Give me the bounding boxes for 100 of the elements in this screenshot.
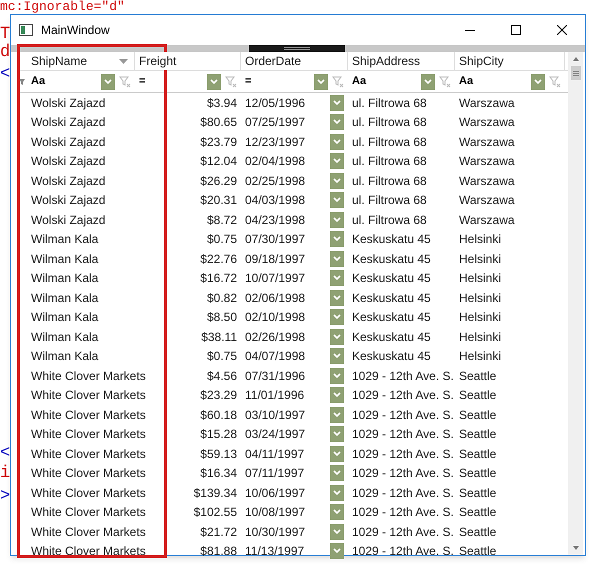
chevron-down-icon[interactable] — [333, 372, 341, 379]
dropdown-button[interactable] — [330, 406, 344, 423]
chevron-down-icon[interactable] — [333, 412, 341, 418]
dropdown-button[interactable] — [330, 250, 344, 267]
dropdown-button[interactable] — [330, 212, 344, 228]
table-cell-text: 12/05/1996 — [245, 94, 306, 112]
clear-filter-icon[interactable] — [119, 76, 131, 88]
vertical-scrollbar[interactable] — [568, 52, 583, 555]
chevron-down-icon[interactable] — [333, 197, 341, 204]
splitter-bar[interactable] — [11, 45, 585, 52]
filter-operator[interactable]: = — [245, 73, 252, 90]
dropdown-button[interactable] — [314, 74, 328, 90]
chevron-down-icon[interactable] — [333, 119, 341, 126]
filter-operator[interactable]: = — [139, 73, 146, 90]
table-cell-text: 1029 - 12th Ave. S. — [352, 524, 454, 541]
dropdown-button[interactable] — [330, 290, 344, 306]
dropdown-button[interactable] — [330, 114, 344, 130]
chevron-down-icon[interactable] — [333, 528, 341, 535]
dropdown-button[interactable] — [330, 543, 344, 560]
dropdown-button[interactable] — [330, 153, 344, 170]
dropdown-button[interactable] — [330, 192, 344, 208]
filter-operator[interactable]: Aa — [459, 73, 474, 90]
dropdown-button[interactable] — [330, 134, 344, 150]
dropdown-button[interactable] — [330, 368, 344, 384]
table-cell-text: $16.72 — [200, 270, 237, 288]
table-cell-text: $12.04 — [200, 153, 237, 170]
chevron-down-icon[interactable] — [333, 158, 341, 164]
chevron-down-icon[interactable] — [333, 178, 341, 184]
chevron-down-icon[interactable] — [333, 353, 341, 360]
dropdown-button[interactable] — [330, 465, 344, 482]
dropdown-button[interactable] — [330, 524, 344, 540]
chevron-down-icon[interactable] — [104, 78, 112, 84]
chevron-down-icon[interactable] — [333, 548, 341, 554]
dropdown-button[interactable] — [421, 74, 435, 90]
column-header[interactable]: ShipCity — [455, 52, 565, 70]
dropdown-button[interactable] — [330, 328, 344, 345]
dropdown-button[interactable] — [330, 94, 344, 111]
filter-operator[interactable]: Aa — [352, 73, 366, 90]
dropdown-button[interactable] — [207, 74, 221, 90]
chevron-down-icon[interactable] — [424, 78, 432, 84]
scroll-thumb[interactable] — [570, 66, 580, 80]
dropdown-button[interactable] — [330, 426, 344, 442]
clear-filter-icon[interactable] — [549, 76, 561, 88]
chevron-down-icon[interactable] — [333, 314, 341, 320]
column-header[interactable]: Freight — [135, 52, 241, 70]
table-cell-text: 10/30/1997 — [245, 524, 306, 541]
dropdown-button[interactable] — [330, 309, 344, 326]
table-cell-text: Helsinki — [459, 309, 502, 326]
chevron-down-icon[interactable] — [210, 78, 218, 84]
dropdown-button[interactable] — [330, 484, 344, 501]
chevron-down-icon[interactable] — [333, 450, 341, 457]
chevron-down-icon[interactable] — [333, 138, 341, 145]
dropdown-button[interactable] — [101, 74, 115, 90]
table-cell-text: Seattle — [459, 543, 496, 560]
chevron-down-icon[interactable] — [317, 78, 325, 84]
column-header[interactable]: ShipName — [27, 52, 135, 70]
chevron-down-icon[interactable] — [333, 236, 341, 242]
dropdown-button[interactable] — [330, 348, 344, 364]
clear-filter-icon[interactable] — [225, 76, 237, 88]
window-title: MainWindow — [41, 22, 110, 39]
table-cell-text: Warszawa — [459, 134, 515, 151]
dropdown-button[interactable] — [330, 446, 344, 462]
chevron-down-icon[interactable] — [333, 509, 341, 516]
clear-filter-icon[interactable] — [439, 76, 451, 88]
chevron-down-icon[interactable] — [333, 490, 341, 496]
table-cell-text: 10/07/1997 — [245, 270, 306, 288]
chevron-down-icon[interactable] — [333, 275, 341, 282]
clear-filter-icon[interactable] — [332, 76, 344, 88]
chevron-down-icon[interactable] — [333, 100, 341, 106]
table-cell-text: 1029 - 12th Ave. S. — [352, 484, 454, 502]
dropdown-button[interactable] — [330, 270, 344, 286]
chevron-down-icon[interactable] — [534, 78, 542, 84]
chevron-down-icon[interactable] — [333, 431, 341, 438]
column-header[interactable]: ShipAddress — [348, 52, 455, 70]
table-cell-text: 1029 - 12th Ave. S. — [352, 504, 454, 522]
dropdown-button[interactable] — [330, 387, 344, 404]
dropdown-button[interactable] — [330, 172, 344, 189]
dropdown-button[interactable] — [531, 74, 545, 90]
splitter-handle[interactable] — [249, 45, 345, 52]
table-cell-text: Wilman Kala — [31, 290, 98, 307]
close-icon[interactable] — [557, 25, 567, 35]
table-cell-text: $15.28 — [200, 426, 237, 444]
chevron-down-icon[interactable] — [333, 216, 341, 223]
table-cell-text: Seattle — [459, 504, 496, 522]
table-cell-text: ul. Filtrowa 68 — [352, 153, 427, 170]
sort-arrow-icon[interactable] — [119, 58, 128, 64]
table-cell-text: $0.75 — [206, 348, 237, 366]
table-cell-text: White Clover Markets — [31, 387, 146, 404]
table-cell-text: ul. Filtrowa 68 — [352, 212, 427, 229]
chevron-down-icon[interactable] — [333, 392, 341, 398]
dropdown-button[interactable] — [330, 504, 344, 520]
chevron-down-icon[interactable] — [333, 470, 341, 476]
table-cell-text: Seattle — [459, 426, 496, 444]
dropdown-button[interactable] — [330, 231, 344, 248]
column-header[interactable]: OrderDate — [241, 52, 348, 70]
filter-operator[interactable]: Aa — [31, 73, 46, 90]
maximize-icon[interactable] — [511, 25, 521, 35]
chevron-down-icon[interactable] — [333, 294, 341, 301]
chevron-down-icon[interactable] — [333, 256, 341, 262]
chevron-down-icon[interactable] — [333, 334, 341, 340]
